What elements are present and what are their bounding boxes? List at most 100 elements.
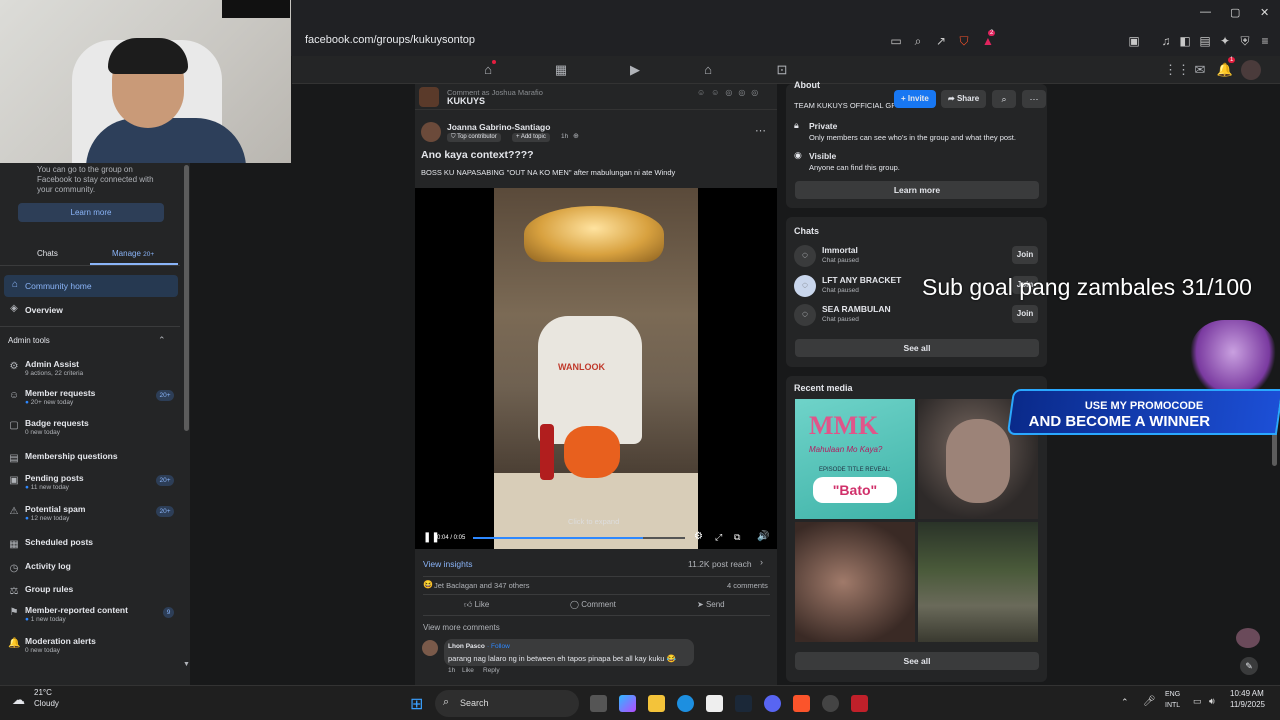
sidebar-item-overview[interactable]: ◈ Overview xyxy=(0,299,180,323)
tab-manage[interactable]: Manage 20+ xyxy=(112,249,154,258)
messenger-icon[interactable]: ✉ xyxy=(1191,61,1209,79)
close-button[interactable]: ✕ xyxy=(1260,6,1269,19)
invite-button[interactable]: + Invite xyxy=(894,90,936,108)
sidebar-item-badge-requests[interactable]: ▢ Badge requests 0 new today xyxy=(0,416,180,440)
share-icon[interactable]: ↗ xyxy=(933,33,949,49)
video-player[interactable]: WANLOOK Click to expand ❚❚ 0:04 / 0:05 ⚙… xyxy=(415,188,777,549)
file-explorer-icon[interactable] xyxy=(648,695,665,712)
group-name[interactable]: KUKUYS xyxy=(447,96,485,106)
wallet-icon[interactable]: ▤ xyxy=(1197,33,1213,49)
reactions-text[interactable]: Jet Baclagan and 347 others xyxy=(434,581,530,590)
media-thumbnail-mmk[interactable]: MMK Mahulaan Mo Kaya? EPISODE TITLE REVE… xyxy=(795,399,915,519)
volume-icon[interactable]: 🔊 xyxy=(757,531,769,542)
sidebar-item-member-requests[interactable]: ☺ Member requests ● 20+ new today 20+ xyxy=(0,386,180,410)
follow-link[interactable]: · Follow xyxy=(487,643,510,650)
chevron-up-icon[interactable]: ⌃ xyxy=(1121,697,1129,708)
click-to-expand-text[interactable]: Click to expand xyxy=(568,517,619,526)
group-avatar[interactable] xyxy=(419,87,439,107)
sidebar-scrollbar[interactable] xyxy=(184,165,189,431)
maximize-button[interactable]: ▢ xyxy=(1230,6,1240,19)
more-options-icon[interactable]: ⋯ xyxy=(755,124,766,137)
video-progress-track[interactable] xyxy=(473,537,685,539)
new-message-icon[interactable]: ✎ xyxy=(1240,657,1258,675)
weather-temp[interactable]: 21°C xyxy=(34,688,52,697)
chat-heads-avatar[interactable] xyxy=(1236,628,1260,648)
clock-time[interactable]: 10:49 AM xyxy=(1230,689,1264,698)
music-icon[interactable]: ♫ xyxy=(1158,33,1174,49)
pip-icon[interactable]: ⧉ xyxy=(734,532,740,543)
chat-row[interactable]: ◌ Immortal Chat paused Join xyxy=(794,243,1038,269)
media-thumbnail-street[interactable] xyxy=(918,522,1038,642)
sidebar-item-scheduled-posts[interactable]: ▦ Scheduled posts xyxy=(0,535,180,559)
gaming-icon[interactable]: ⊡ xyxy=(773,61,791,79)
author-name[interactable]: Joanna Gabrino-Santiago xyxy=(447,122,550,132)
volume-icon[interactable]: 🔊︎ xyxy=(1209,696,1215,707)
clock-date[interactable]: 11/9/2025 xyxy=(1230,700,1265,709)
chat-row[interactable]: ◌ SEA RAMBULAN Chat paused Join xyxy=(794,302,1038,328)
about-learn-more-button[interactable]: Learn more xyxy=(795,181,1039,199)
join-chat-button[interactable]: Join xyxy=(1012,246,1038,264)
task-view-icon[interactable] xyxy=(590,695,607,712)
more-icon[interactable]: ⋯ xyxy=(1022,90,1046,108)
windows-start-icon[interactable]: ⊞ xyxy=(410,694,423,714)
search-icon[interactable]: ⌕ xyxy=(992,90,1016,108)
scroll-down-icon[interactable]: ▼ xyxy=(183,661,190,668)
sidebar-item-potential-spam[interactable]: ⚠ Potential spam ● 12 new today 20+ xyxy=(0,502,180,526)
comment-tools-icons[interactable]: ☺☺◎◎◎ xyxy=(697,88,764,97)
media-see-all-button[interactable]: See all xyxy=(795,652,1039,670)
vpn-icon[interactable]: ⛨ xyxy=(1237,33,1253,49)
add-topic-button[interactable]: + Add topic xyxy=(512,133,550,142)
sidebar-item-admin-assist[interactable]: ⚙ Admin Assist 9 actions, 22 criteria xyxy=(0,357,180,381)
sidebar-item-member-reported-content[interactable]: ⚑ Member-reported content ● 1 new today … xyxy=(0,603,180,627)
sidebar-item-activity-log[interactable]: ◷ Activity log xyxy=(0,559,180,583)
comment-like-button[interactable]: Like xyxy=(462,667,474,674)
menu-icon[interactable]: ≡ xyxy=(1257,33,1273,49)
store-icon[interactable] xyxy=(706,695,723,712)
lang-primary[interactable]: ENG xyxy=(1165,691,1180,698)
media-thumbnail-closeup[interactable] xyxy=(795,522,915,642)
join-chat-button[interactable]: Join xyxy=(1012,305,1038,323)
pages-icon[interactable]: ▦ xyxy=(552,61,570,79)
comment-reply-button[interactable]: Reply xyxy=(483,667,500,674)
minimize-button[interactable]: — xyxy=(1200,6,1211,18)
sidebar-item-pending-posts[interactable]: ▣ Pending posts ● 11 new today 20+ xyxy=(0,471,180,495)
brave-shield-icon[interactable]: ⛉ xyxy=(956,33,972,49)
apps-grid-icon[interactable]: ⋮⋮ xyxy=(1164,61,1190,79)
chats-see-all-button[interactable]: See all xyxy=(795,339,1039,357)
obs-icon[interactable] xyxy=(822,695,839,712)
sidebar-item-moderation-alerts[interactable]: 🔔 Moderation alerts 0 new today xyxy=(0,634,180,658)
discord-icon[interactable] xyxy=(764,695,781,712)
brave-icon[interactable] xyxy=(793,695,810,712)
send-button[interactable]: ➤ Send xyxy=(697,600,725,609)
chevron-up-icon[interactable]: ⌃ xyxy=(158,335,166,346)
commenter-avatar[interactable] xyxy=(422,640,438,656)
comments-count[interactable]: 4 comments xyxy=(727,581,768,590)
ai-icon[interactable]: ✦ xyxy=(1217,33,1233,49)
lang-secondary[interactable]: INTL xyxy=(1165,702,1180,709)
address-bar[interactable]: facebook.com/groups/kukuysontop ▭ ⌕ ↗ ⛉ … xyxy=(292,30,1280,52)
commenter-name[interactable]: Lhon Pasco xyxy=(448,643,485,650)
post-reach[interactable]: 11.2K post reach xyxy=(688,559,752,569)
sidebar-item-membership-questions[interactable]: ▤ Membership questions xyxy=(0,449,180,473)
copilot-icon[interactable] xyxy=(619,695,636,712)
sidebar-item-community-home[interactable]: ⌂ Community home xyxy=(4,275,178,297)
like-button[interactable]: 👍︎ Like xyxy=(464,600,489,610)
app-icon[interactable] xyxy=(851,695,868,712)
video-icon[interactable]: ▶ xyxy=(626,61,644,79)
sidebar-toggle-icon[interactable]: ◧ xyxy=(1177,33,1193,49)
view-more-comments-link[interactable]: View more comments xyxy=(423,623,500,632)
weather-desc[interactable]: Cloudy xyxy=(34,699,59,708)
network-icon[interactable]: ▭ xyxy=(1193,696,1202,707)
marketplace-icon[interactable]: ⌂ xyxy=(699,61,717,79)
notifications-icon[interactable]: 🔔 xyxy=(1216,61,1234,79)
fullscreen-icon[interactable]: ⤢ xyxy=(715,532,722,543)
edge-icon[interactable] xyxy=(677,695,694,712)
share-button[interactable]: ➦ Share xyxy=(941,90,987,108)
weather-cloud-icon[interactable]: ☁ xyxy=(12,692,25,708)
reader-icon[interactable]: ▣ xyxy=(1126,33,1142,49)
steam-icon[interactable] xyxy=(735,695,752,712)
post-time[interactable]: 1h xyxy=(561,133,568,140)
sidebar-learn-more-button[interactable]: Learn more xyxy=(18,203,164,222)
comment-button[interactable]: ◯ Comment xyxy=(570,600,616,609)
settings-icon[interactable]: ⚙ xyxy=(694,531,703,542)
